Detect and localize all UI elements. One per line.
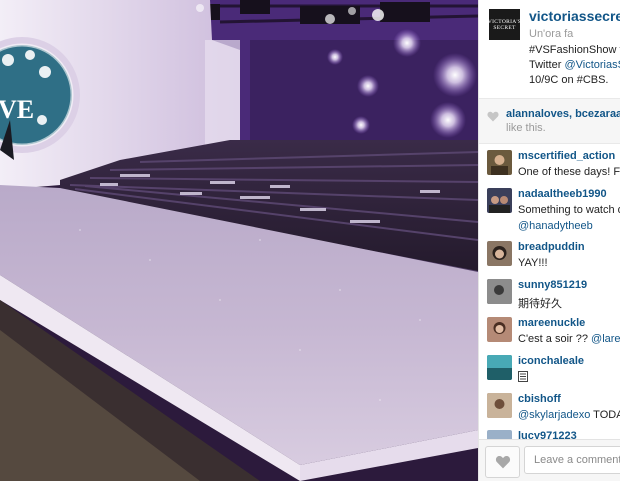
comment-item: nadaaltheeb1990 Something to watch o @ha… (479, 188, 620, 236)
comment-item: mareenuckle C'est a soir ?? @larend (479, 317, 620, 354)
sign-text: VE (0, 95, 34, 124)
post-caption: #VSFashionShow ta Twitter @VictoriasSe 1… (529, 43, 620, 88)
post-username[interactable]: victoriassecret (529, 8, 620, 24)
likes-summary: alannaloves, bcezaraaa like this. (479, 98, 620, 144)
caption-line-2-prefix: Twitter (529, 59, 565, 71)
comment-text-mention: @hanadytheeb (518, 220, 593, 232)
caption-line-2: Twitter @VictoriasSe (529, 58, 620, 73)
comment-username[interactable]: lucy971223 (518, 430, 577, 439)
post-sidebar: VICTORIA'S SECRET victoriassecret Un'ora… (478, 0, 620, 481)
comment-username[interactable]: nadaaltheeb1990 (518, 188, 607, 200)
commenter-avatar[interactable] (487, 430, 512, 439)
commenter-avatar[interactable] (487, 279, 512, 304)
caption-mention-link[interactable]: @VictoriasSe (564, 59, 620, 71)
comment-item: iconchaleale (479, 355, 620, 392)
comment-text: YAY!!! (518, 257, 548, 269)
logo-text: VICTORIA'S SECRET (487, 18, 522, 31)
likes-suffix: like this. (506, 122, 546, 134)
commenter-avatar[interactable] (487, 317, 512, 342)
post-location[interactable]: Un'ora fa (529, 28, 573, 40)
caption-line-3: 10/9C on #CBS. (529, 74, 609, 86)
comment-item: lucy971223 (479, 430, 620, 439)
comment-item: breadpuddin YAY!!! (479, 241, 620, 278)
comments-list[interactable]: mscertified_action One of these days! Fe… (479, 143, 620, 439)
comment-item: sunny851219 期待好久 (479, 279, 620, 316)
comment-mention-link[interactable]: @larend (591, 333, 620, 345)
comment-text: One of these days! Fe (518, 166, 620, 178)
comment-item: mscertified_action One of these days! Fe (479, 150, 620, 187)
comment-input[interactable] (524, 446, 620, 474)
comment-mention-link[interactable]: @skylarjadexo (518, 409, 590, 421)
comment-mention-link[interactable]: @hanadytheeb (518, 220, 593, 232)
commenter-avatar[interactable] (487, 241, 512, 266)
commenter-avatar[interactable] (487, 188, 512, 213)
comment-text: Something to watch o (518, 204, 620, 216)
heart-icon (487, 111, 499, 122)
comment-text: C'est a soir ?? @larend (518, 333, 620, 345)
emoji-glyph-icon (518, 371, 528, 382)
comment-username[interactable]: breadpuddin (518, 241, 585, 253)
comment-text-body: C'est a soir ?? (518, 333, 592, 345)
like-button[interactable] (485, 446, 520, 478)
comment-username[interactable]: cbishoff (518, 393, 561, 405)
comment-emoji (518, 371, 528, 385)
comment-text: @skylarjadexo TODAY (518, 409, 620, 421)
comment-username[interactable]: mscertified_action (518, 150, 615, 162)
profile-avatar[interactable]: VICTORIA'S SECRET (487, 9, 522, 40)
post-photo[interactable]: VE (0, 0, 478, 481)
caption-line-1: #VSFashionShow ta (529, 44, 620, 56)
comment-text-body: TODAY (593, 409, 620, 421)
comment-text: 期待好久 (518, 298, 562, 310)
comment-username[interactable]: iconchaleale (518, 355, 584, 367)
commenter-avatar[interactable] (487, 355, 512, 380)
comment-item: cbishoff @skylarjadexo TODAY (479, 393, 620, 430)
commenter-avatar[interactable] (487, 393, 512, 418)
post-header: VICTORIA'S SECRET victoriassecret Un'ora… (479, 0, 620, 98)
commenter-avatar[interactable] (487, 150, 512, 175)
heart-icon (495, 455, 510, 469)
comment-username[interactable]: sunny851219 (518, 279, 587, 291)
likers-names[interactable]: alannaloves, bcezaraaa (506, 108, 620, 120)
comment-footer (479, 439, 620, 481)
comment-username[interactable]: mareenuckle (518, 317, 585, 329)
runway-scene: VE (0, 0, 478, 481)
